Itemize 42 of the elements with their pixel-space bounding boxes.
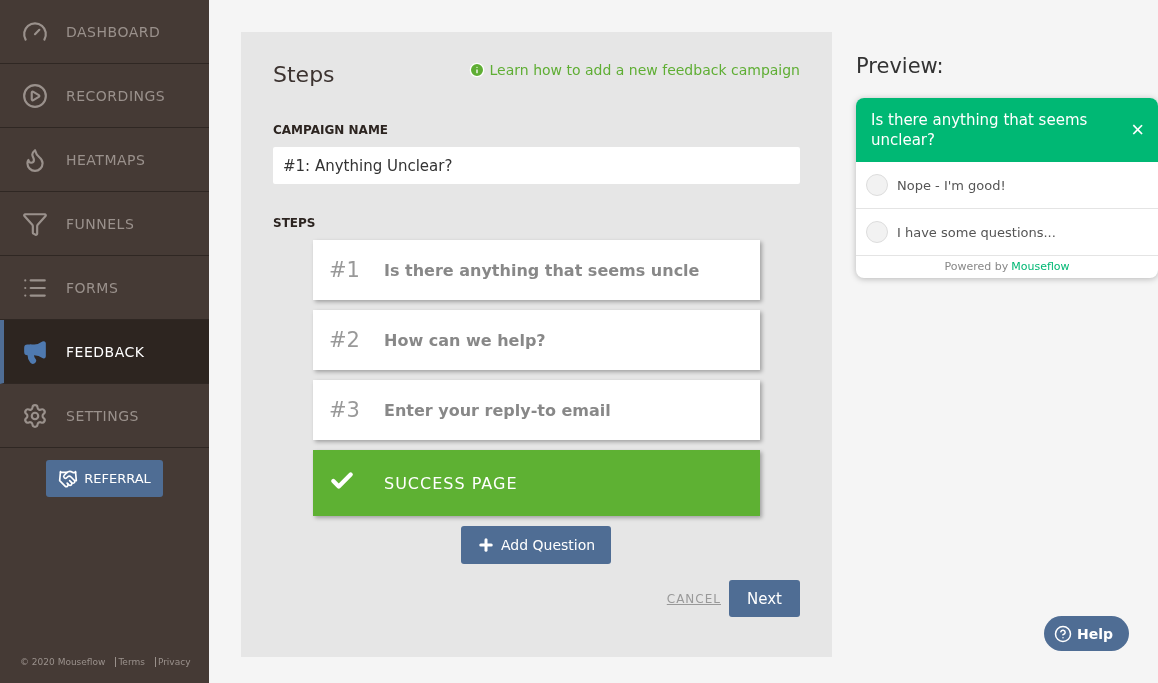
preview-title: Preview:: [856, 54, 945, 78]
option-label: I have some questions...: [897, 224, 1056, 240]
close-button[interactable]: ×: [1131, 119, 1144, 141]
megaphone-icon: [22, 338, 48, 365]
step-card[interactable]: #3 Enter your reply-to email: [313, 380, 760, 440]
sidebar-item[interactable]: FUNNELS: [0, 192, 209, 256]
next-button[interactable]: Next: [729, 580, 800, 617]
cancel-link[interactable]: CANCEL: [666, 591, 721, 606]
sidebar-item[interactable]: RECORDINGS: [0, 64, 209, 128]
handshake-icon: [58, 468, 79, 489]
success-step-card[interactable]: SUCCESS PAGE: [313, 450, 760, 516]
panel-title: Steps: [273, 62, 335, 87]
play-icon: [22, 82, 48, 109]
referral-button[interactable]: REFERRAL: [46, 460, 163, 497]
footer-link[interactable]: Privacy: [154, 657, 191, 667]
step-card[interactable]: #2 How can we help?: [313, 310, 760, 370]
sidebar-item[interactable]: HEATMAPS: [0, 128, 209, 192]
copyright-text: © 2020 Mouseflow: [20, 657, 106, 667]
info-icon: [468, 62, 485, 78]
brand-link[interactable]: Mouseflow: [1011, 260, 1070, 273]
sidebar-item[interactable]: FEEDBACK: [0, 320, 209, 384]
option-label: Nope - I'm good!: [897, 177, 1006, 193]
field-label: CAMPAIGN NAME: [273, 123, 390, 137]
help-link[interactable]: Learn how to add a new feedback campaign: [468, 62, 800, 78]
funnel-icon: [22, 210, 48, 237]
plus-icon: [477, 536, 495, 554]
add-question-button[interactable]: Add Question: [461, 526, 612, 564]
step-card[interactable]: #1 Is there anything that seems uncle: [313, 240, 760, 300]
sidebar-item[interactable]: DASHBOARD: [0, 0, 209, 64]
powered-by-text: Powered by: [944, 260, 1009, 273]
sidebar-item[interactable]: SETTINGS: [0, 384, 209, 448]
help-icon: [1053, 624, 1072, 643]
footer-link[interactable]: Terms: [115, 657, 145, 667]
campaign-name-field[interactable]: #1: Anything Unclear?: [273, 147, 800, 184]
answer-option[interactable]: Nope - I'm good!: [856, 162, 1158, 209]
section-label: STEPS: [273, 216, 317, 230]
radio-button[interactable]: [866, 174, 888, 196]
answer-option[interactable]: I have some questions...: [856, 209, 1158, 256]
help-button[interactable]: Help: [1043, 616, 1129, 651]
widget-question: Is there anything that seems unclear?: [871, 110, 1089, 150]
radio-button[interactable]: [866, 221, 888, 243]
settings-icon: [22, 402, 48, 429]
